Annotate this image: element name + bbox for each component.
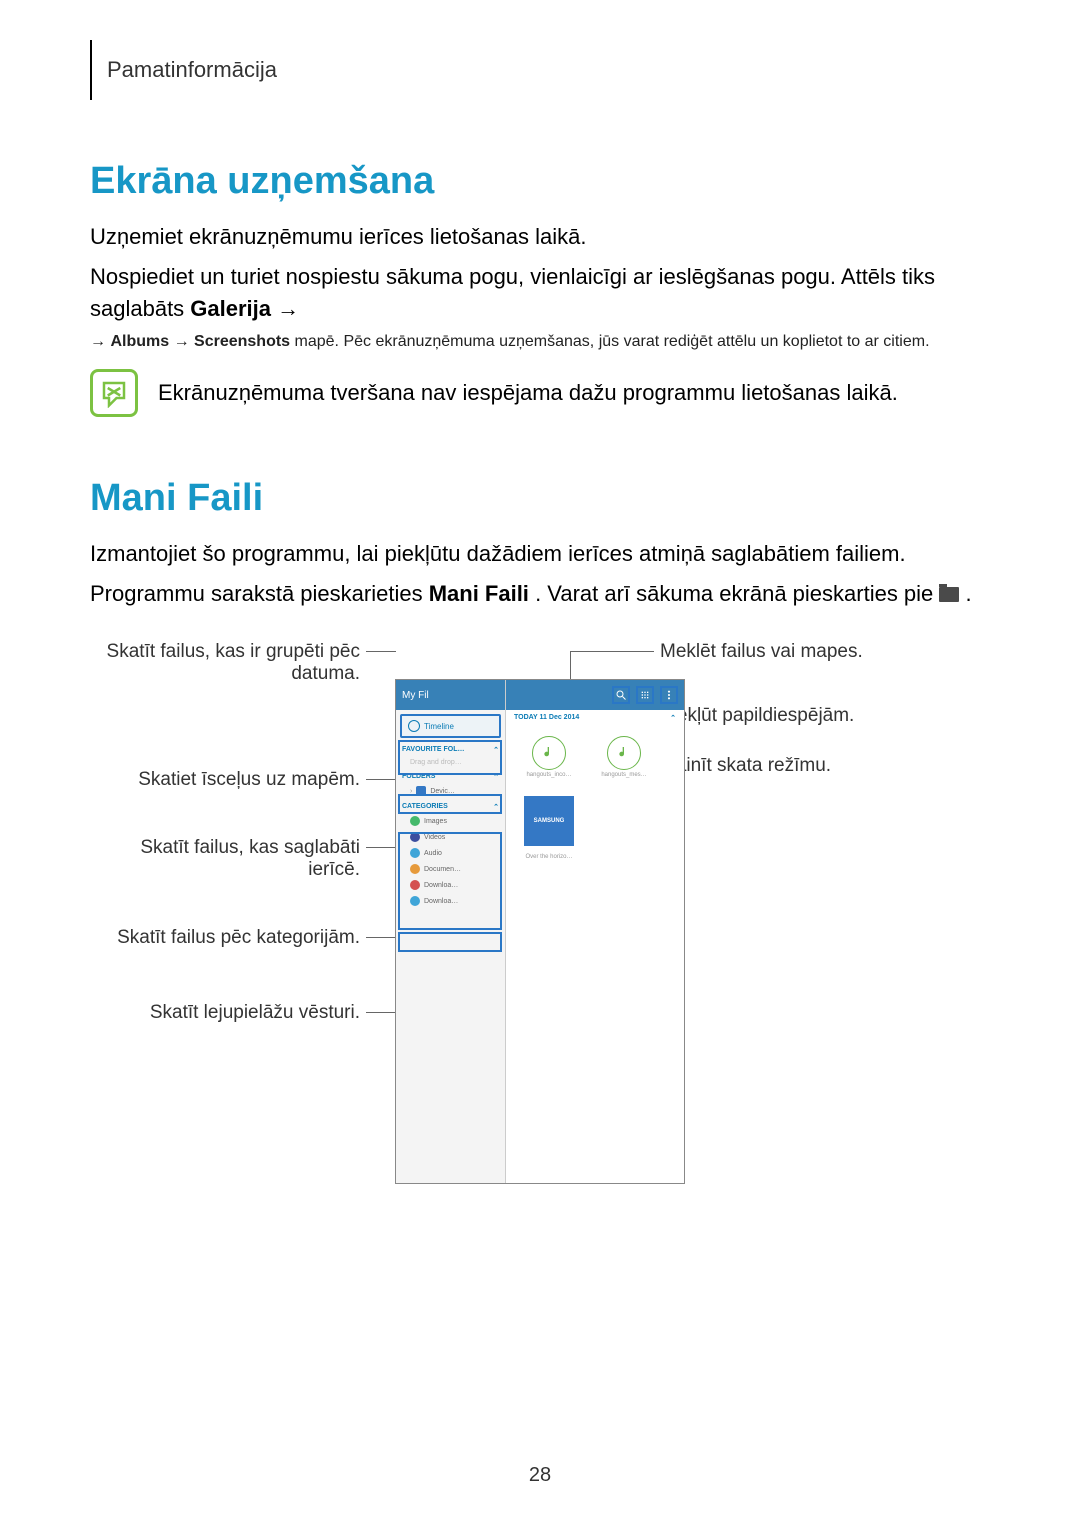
callout-device-files: Skatīt failus, kas saglabāti ierīcē.: [100, 837, 360, 881]
app-screenshot: My Fil Timeline FAVOURITE FOL…⌃ Drag and…: [395, 679, 685, 1184]
music-file-icon: [532, 736, 566, 770]
callout-categories: Skatīt failus pēc kategorijām.: [100, 927, 360, 949]
cat-images[interactable]: Images: [396, 813, 505, 829]
diagram: Skatīt failus, kas ir grupēti pēc datuma…: [90, 639, 1000, 1199]
note-icon: [90, 369, 138, 417]
more-options-icon[interactable]: [660, 686, 678, 704]
section-title-1: Ekrāna uzņemšana: [90, 160, 1000, 203]
highlight-categories: [398, 832, 502, 930]
highlight-favourites: [398, 740, 502, 775]
app-sidebar: My Fil Timeline FAVOURITE FOL…⌃ Drag and…: [396, 680, 506, 1183]
callout-view-mode: Mainīt skata režīmu.: [660, 755, 910, 777]
paragraph: Programmu sarakstā pieskarieties Mani Fa…: [90, 578, 1000, 610]
view-grid-icon[interactable]: [636, 686, 654, 704]
images-icon: [410, 816, 420, 826]
file-thumbs: hangouts_inco… hangouts_mes…: [506, 726, 684, 788]
page-header: Pamatinformācija: [90, 40, 1000, 100]
page-number: 28: [0, 1464, 1080, 1487]
sidebar-header: My Fil: [396, 680, 505, 710]
callout-grouped-by-date: Skatīt failus, kas ir grupēti pēc datuma…: [100, 641, 360, 685]
callout-search: Meklēt failus vai mapes.: [660, 641, 910, 663]
app-title: My Fil: [402, 690, 429, 701]
music-file-icon: [607, 736, 641, 770]
timeline-row[interactable]: Timeline: [400, 714, 501, 738]
callout-more-options: Piekļūt papildiespējām.: [660, 705, 910, 727]
file-item[interactable]: hangouts_inco…: [524, 736, 574, 778]
today-header: TODAY 11 Dec 2014 ⌃: [506, 710, 684, 726]
breadcrumb: Pamatinformācija: [107, 57, 277, 83]
paragraph: Uzņemiet ekrānuzņēmumu ierīces lietošana…: [90, 221, 1000, 253]
callout-shortcuts: Skatiet īsceļus uz mapēm.: [100, 769, 360, 791]
content-toolbar: [506, 680, 684, 710]
menu-icon: [305, 303, 323, 317]
app-content: TODAY 11 Dec 2014 ⌃ hangouts_inco… hango…: [506, 680, 684, 1183]
paragraph: Nospiediet un turiet nospiestu sākuma po…: [90, 261, 1000, 325]
note-text: Ekrānuzņēmuma tveršana nav iespējama daž…: [158, 369, 898, 409]
note-box: Ekrānuzņēmuma tveršana nav iespējama daž…: [90, 369, 1000, 417]
highlight-device: [398, 794, 502, 814]
section-title-2: Mani Faili: [90, 477, 1000, 520]
file-item[interactable]: hangouts_mes…: [599, 736, 649, 778]
file-label: Over the horizo…: [524, 854, 574, 860]
callout-download-history: Skatīt lejupielāžu vēsturi.: [100, 1002, 360, 1024]
folder-icon: [939, 587, 959, 602]
clock-icon: [408, 720, 420, 732]
file-item-samsung[interactable]: SAMSUNG: [524, 796, 574, 846]
paragraph: Izmantojiet šo programmu, lai piekļūtu d…: [90, 538, 1000, 570]
highlight-download-history: [398, 932, 502, 952]
search-icon[interactable]: [612, 686, 630, 704]
